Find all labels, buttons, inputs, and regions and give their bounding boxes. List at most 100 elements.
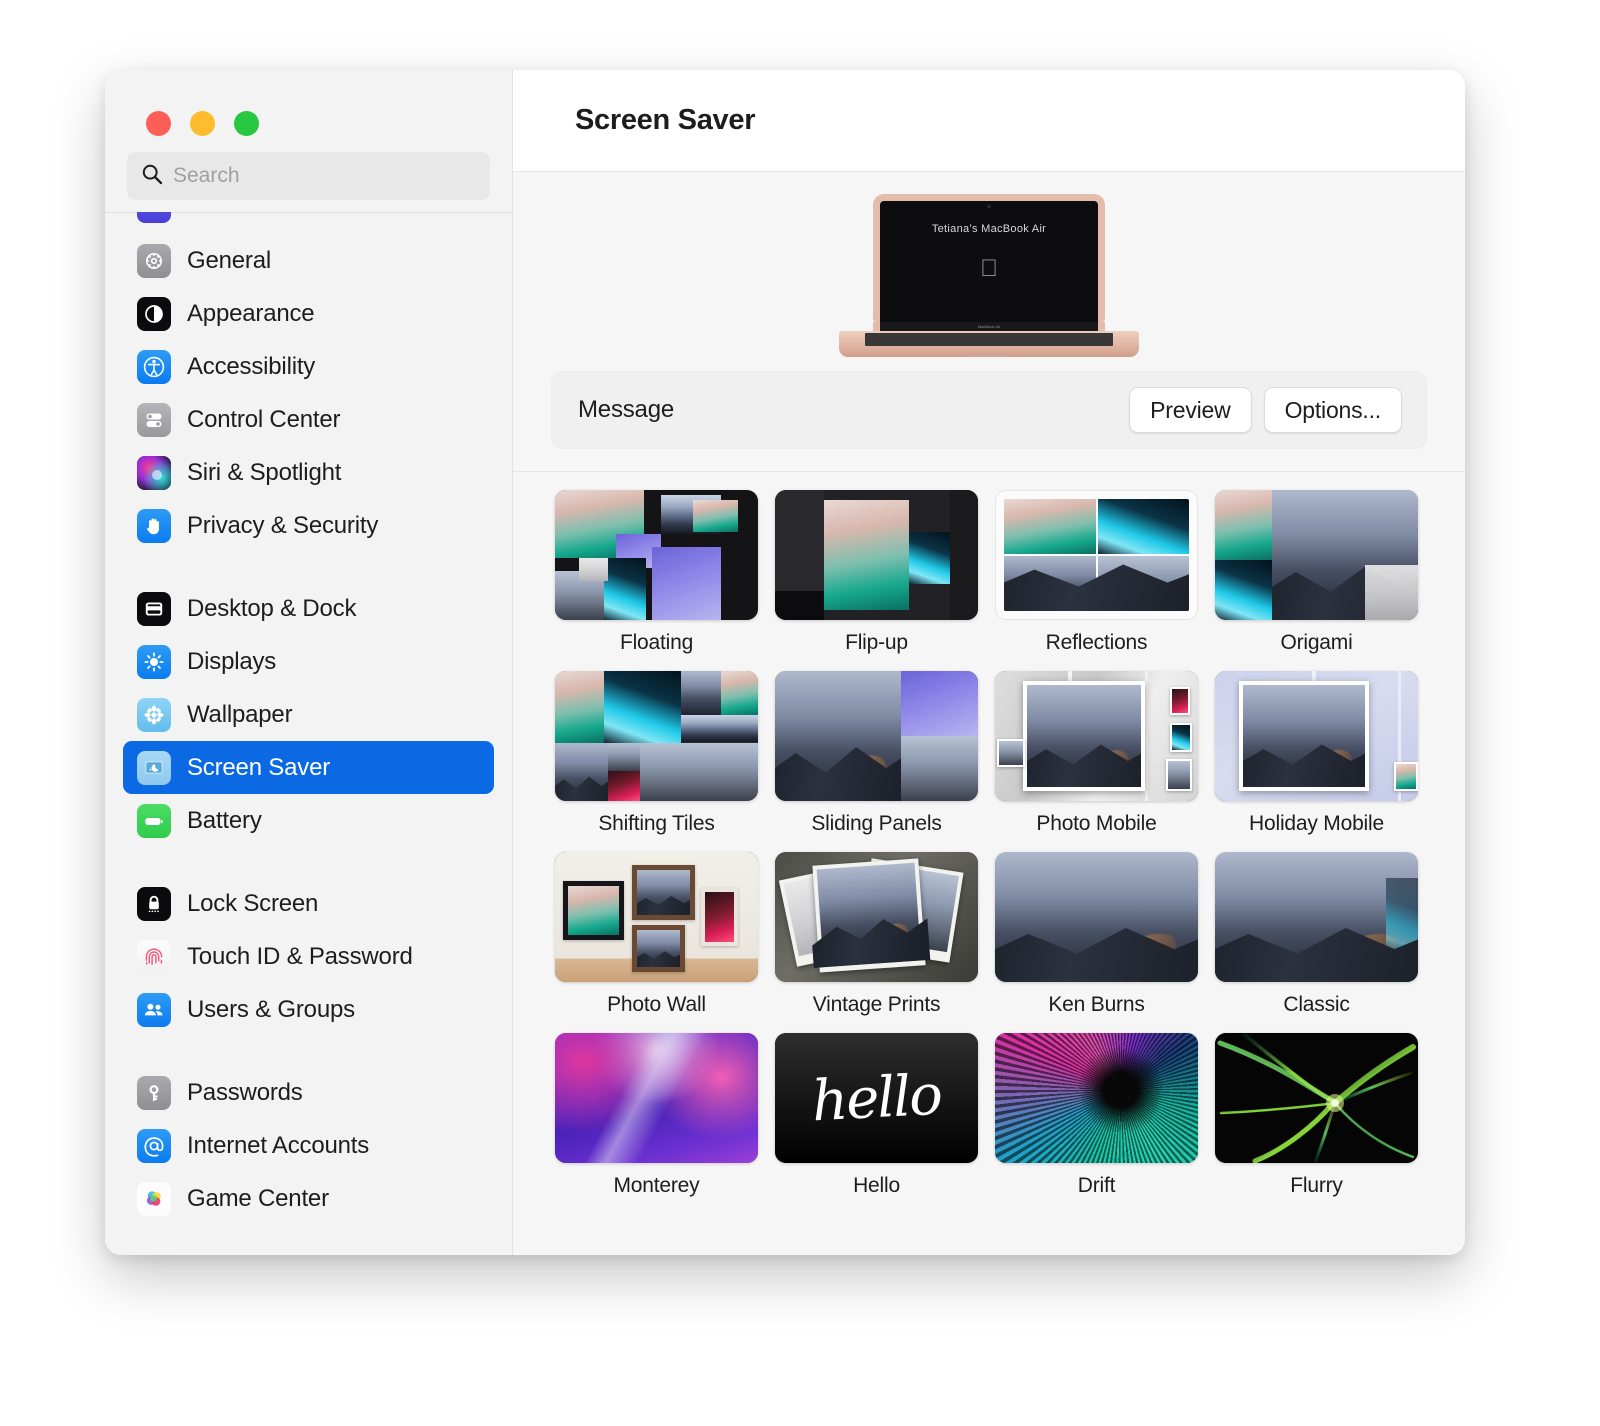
sidebar-item-label: Lock Screen bbox=[187, 889, 319, 917]
screensaver-item[interactable]: Flip-up bbox=[775, 490, 978, 655]
screensaver-thumbnail-ken-burns[interactable] bbox=[995, 852, 1198, 982]
screensaver-thumbnail-origami[interactable] bbox=[1215, 490, 1418, 620]
desktop-dock-icon bbox=[137, 591, 171, 626]
screensaver-label: Flurry bbox=[1290, 1174, 1343, 1197]
screensaver-item[interactable]: Flurry bbox=[1215, 1033, 1418, 1198]
screensaver-thumbnail-hello[interactable]: hello bbox=[775, 1033, 978, 1163]
sidebar-item-users-groups[interactable]: Users & Groups bbox=[123, 983, 494, 1036]
zoom-button[interactable] bbox=[234, 111, 259, 136]
mobile-main-photo bbox=[1239, 681, 1370, 791]
sidebar-group-separator bbox=[123, 552, 494, 582]
appearance-icon bbox=[137, 296, 171, 331]
screensaver-thumbnail-photo-mobile[interactable] bbox=[995, 671, 1198, 801]
screensaver-item[interactable]: Sliding Panels bbox=[775, 671, 978, 836]
minimize-button[interactable] bbox=[190, 111, 215, 136]
screensaver-item[interactable]: Classic bbox=[1215, 852, 1418, 1017]
search-field[interactable] bbox=[127, 152, 490, 200]
camera-icon bbox=[987, 205, 991, 208]
sidebar-item-battery[interactable]: Battery bbox=[123, 794, 494, 847]
sidebar-clipped-item[interactable] bbox=[123, 212, 494, 232]
screensaver-label: Flip-up bbox=[845, 631, 908, 654]
screensaver-thumbnail-monterey[interactable] bbox=[555, 1033, 758, 1163]
options-button[interactable]: Options... bbox=[1263, 387, 1402, 433]
screensaver-label: Monterey bbox=[613, 1174, 700, 1197]
screensaver-item[interactable]: Floating bbox=[555, 490, 758, 655]
screensaver-thumbnail-flurry[interactable] bbox=[1215, 1033, 1418, 1163]
sidebar-item-appearance[interactable]: Appearance bbox=[123, 287, 494, 340]
sidebar-item-touch-id[interactable]: Touch ID & Password bbox=[123, 930, 494, 983]
screensaver-thumbnail-drift[interactable] bbox=[995, 1033, 1198, 1163]
screensaver-item[interactable]: Drift bbox=[995, 1033, 1198, 1198]
screensaver-thumbnail-flipup[interactable] bbox=[775, 490, 978, 620]
screensaver-item[interactable]: Shifting Tiles bbox=[555, 671, 758, 836]
screensaver-thumbnail-classic[interactable] bbox=[1215, 852, 1418, 982]
screensaver-thumbnail-floating[interactable] bbox=[555, 490, 758, 620]
laptop-screen: Tetiana’s MacBook Air  bbox=[873, 194, 1105, 322]
sidebar-item-internet-accounts[interactable]: Internet Accounts bbox=[123, 1119, 494, 1172]
hand-icon bbox=[137, 508, 171, 543]
sidebar-item-displays[interactable]: Displays bbox=[123, 635, 494, 688]
fingerprint-icon bbox=[137, 939, 171, 974]
sidebar-item-general[interactable]: General bbox=[123, 234, 494, 287]
sidebar-item-siri-spotlight[interactable]: Siri & Spotlight bbox=[123, 446, 494, 499]
search-input[interactable] bbox=[173, 164, 476, 188]
screensaver-item[interactable]: Monterey bbox=[555, 1033, 758, 1198]
sidebar: General Appearance bbox=[105, 70, 513, 1255]
screensaver-thumbnail-shifting-tiles[interactable] bbox=[555, 671, 758, 801]
sidebar-item-control-center[interactable]: Control Center bbox=[123, 393, 494, 446]
screensaver-item[interactable]: Origami bbox=[1215, 490, 1418, 655]
laptop-base bbox=[839, 331, 1139, 357]
sidebar-item-label: General bbox=[187, 246, 271, 274]
users-icon bbox=[137, 992, 171, 1027]
screen-saver-icon bbox=[137, 750, 171, 785]
screensaver-thumbnail-vintage-prints[interactable] bbox=[775, 852, 978, 982]
screensaver-label: Vintage Prints bbox=[812, 993, 941, 1016]
preview-button[interactable]: Preview bbox=[1129, 387, 1252, 433]
sidebar-item-screen-saver[interactable]: Screen Saver bbox=[123, 741, 494, 794]
sidebar-item-accessibility[interactable]: Accessibility bbox=[123, 340, 494, 393]
search-icon bbox=[141, 163, 163, 190]
screensaver-label: Photo Wall bbox=[607, 993, 706, 1016]
monterey-gradient bbox=[555, 1033, 758, 1163]
sidebar-item-wallpaper[interactable]: Wallpaper bbox=[123, 688, 494, 741]
search-container bbox=[105, 152, 512, 200]
page-title: Screen Saver bbox=[575, 104, 756, 136]
screensaver-item[interactable]: hello Hello bbox=[775, 1033, 978, 1198]
sidebar-item-label: Battery bbox=[187, 806, 262, 834]
battery-icon bbox=[137, 803, 171, 838]
sidebar-item-partial[interactable] bbox=[123, 212, 494, 232]
message-label: Message bbox=[578, 396, 674, 423]
screensaver-item[interactable]: Reflections bbox=[995, 490, 1198, 655]
screensaver-label: Sliding Panels bbox=[811, 812, 942, 835]
sidebar-scroll-area[interactable]: General Appearance Accessibility Control… bbox=[105, 212, 512, 1255]
screensaver-label: Classic bbox=[1283, 993, 1350, 1016]
sidebar-group-system: General Appearance Accessibility Control… bbox=[123, 234, 494, 552]
sidebar-item-game-center[interactable]: Game Center bbox=[123, 1172, 494, 1225]
screensaver-item[interactable]: Photo Mobile bbox=[995, 671, 1198, 836]
screensaver-item[interactable]: Vintage Prints bbox=[775, 852, 978, 1017]
screensaver-thumbnail-sliding-panels[interactable] bbox=[775, 671, 978, 801]
screensaver-label: Hello bbox=[853, 1174, 900, 1197]
sidebar-item-label: Control Center bbox=[187, 405, 341, 433]
screensaver-item[interactable]: Holiday Mobile bbox=[1215, 671, 1418, 836]
screensaver-grid-scroll[interactable]: Floating Flip-up Reflections Origami Shi… bbox=[513, 471, 1465, 1255]
sidebar-item-lock-screen[interactable]: Lock Screen bbox=[123, 877, 494, 930]
sidebar-group-separator bbox=[123, 1036, 494, 1066]
screensaver-label: Floating bbox=[619, 631, 694, 654]
screensaver-thumbnail-holiday-mobile[interactable] bbox=[1215, 671, 1418, 801]
sidebar-item-privacy-security[interactable]: Privacy & Security bbox=[123, 499, 494, 552]
screensaver-item[interactable]: Ken Burns bbox=[995, 852, 1198, 1017]
sidebar-item-desktop-dock[interactable]: Desktop & Dock bbox=[123, 582, 494, 635]
screensaver-label: Shifting Tiles bbox=[598, 812, 715, 835]
brightness-icon bbox=[137, 644, 171, 679]
game-center-icon bbox=[137, 1181, 171, 1216]
close-button[interactable] bbox=[146, 111, 171, 136]
wallpaper-icon bbox=[137, 697, 171, 732]
screensaver-item[interactable]: Photo Wall bbox=[555, 852, 758, 1017]
flurry-pattern bbox=[1215, 1033, 1418, 1163]
sidebar-item-label: Appearance bbox=[187, 299, 315, 327]
sidebar-item-passwords[interactable]: Passwords bbox=[123, 1066, 494, 1119]
screensaver-thumbnail-reflections[interactable] bbox=[995, 490, 1198, 620]
screensaver-thumbnail-photo-wall[interactable] bbox=[555, 852, 758, 982]
mobile-main-photo bbox=[1023, 681, 1146, 791]
